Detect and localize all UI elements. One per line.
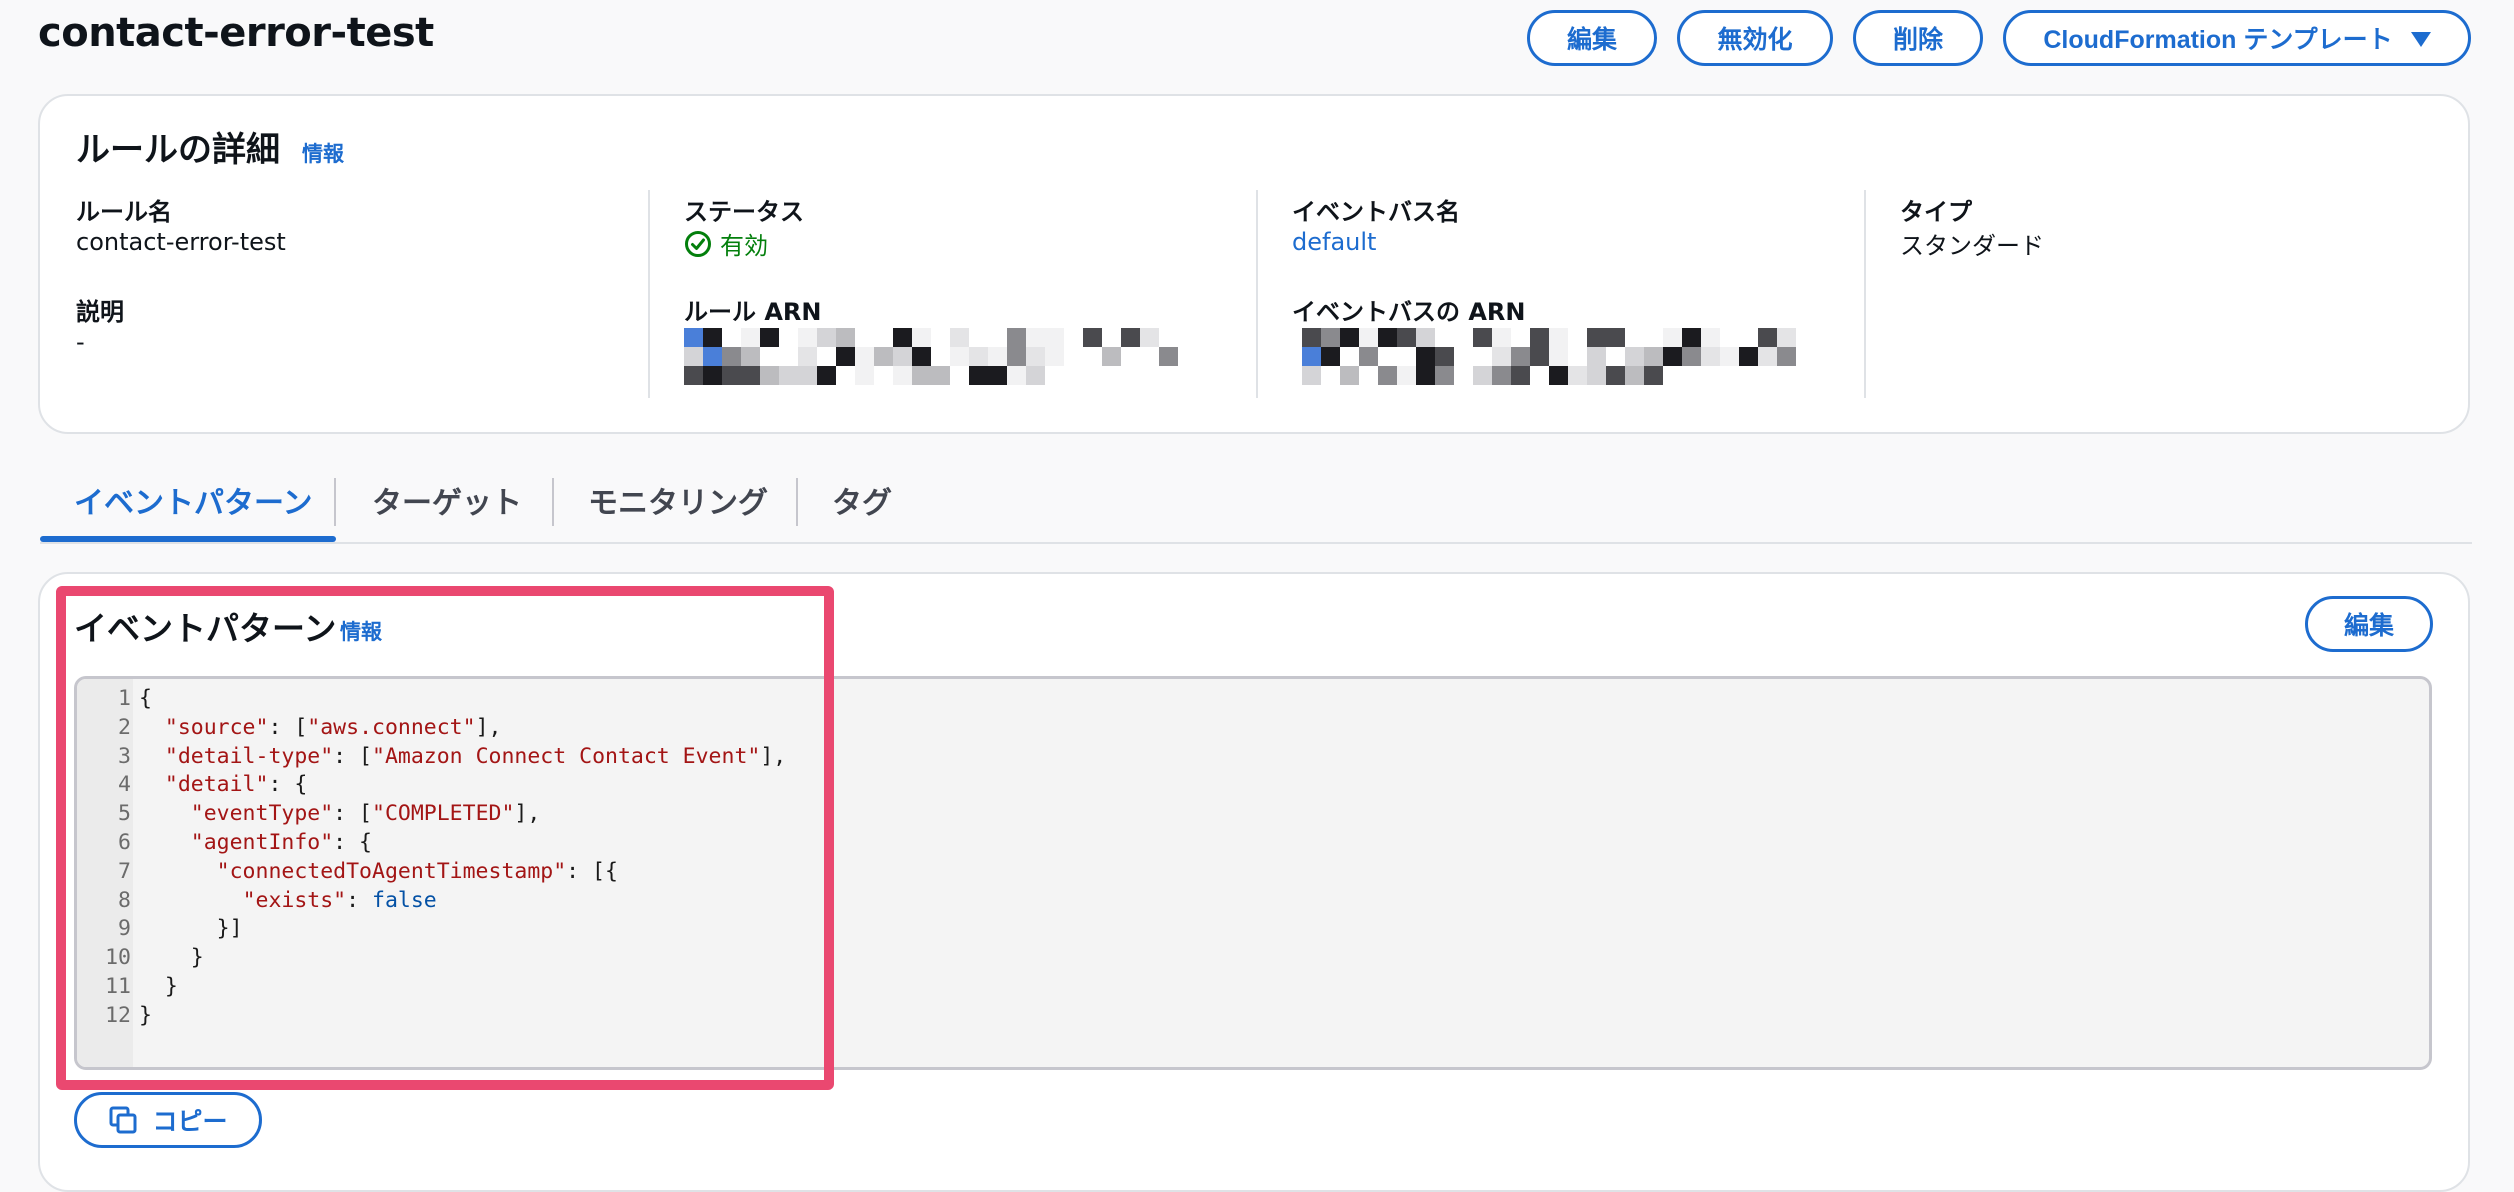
rule-arn-label: ルール ARN — [684, 298, 822, 326]
caret-down-icon — [2410, 31, 2431, 47]
page-title: contact-error-test — [38, 10, 434, 56]
copy-button[interactable]: コピー — [74, 1092, 262, 1148]
code-line: 4 "detail": { — [77, 771, 786, 800]
disable-rule-button[interactable]: 無効化 — [1677, 10, 1833, 66]
line-number: 8 — [118, 887, 131, 913]
event-pattern-title: イベントパターン — [74, 609, 337, 648]
code-line: 10 } — [77, 944, 786, 973]
rule-arn-value-redacted — [684, 328, 1178, 385]
tab-tags[interactable]: タグ — [832, 478, 892, 522]
edit-rule-button[interactable]: 編集 — [1527, 10, 1657, 66]
event-pattern-json: 1{2 "source": ["aws.connect"], 3 "detail-… — [77, 685, 786, 1031]
code-line: 3 "detail-type": ["Amazon Connect Contac… — [77, 743, 786, 772]
line-text: "connectedToAgentTimestamp": [{ — [216, 858, 618, 884]
edit-event-pattern-button[interactable]: 編集 — [2305, 596, 2433, 652]
line-text: } — [139, 973, 178, 999]
line-text: "detail": { — [164, 772, 308, 798]
event-bus-link[interactable]: default — [1292, 228, 1376, 256]
event-pattern-info-link[interactable]: 情報 — [340, 616, 382, 646]
line-number: 1 — [118, 686, 131, 711]
copy-icon — [109, 1106, 137, 1134]
line-text: } — [139, 1002, 152, 1028]
rule-name-value: contact-error-test — [76, 228, 286, 256]
code-line: 5 "eventType": ["COMPLETED"], — [77, 800, 786, 829]
check-circle-icon — [685, 230, 711, 257]
line-number: 3 — [118, 743, 131, 769]
line-number: 7 — [118, 858, 131, 884]
line-number: 4 — [118, 772, 131, 798]
code-line: 2 "source": ["aws.connect"], — [77, 714, 786, 743]
line-number: 10 — [105, 945, 131, 971]
line-number: 12 — [105, 1002, 131, 1028]
event-bus-arn-label: イベントバスの ARN — [1292, 298, 1526, 326]
type-label: タイプ — [1900, 198, 1972, 226]
line-text: "agentInfo": { — [190, 829, 373, 855]
rule-details-title: ルールの詳細 — [76, 130, 280, 170]
event-bus-name-label: イベントバス名 — [1292, 198, 1460, 226]
delete-rule-button[interactable]: 削除 — [1853, 10, 1983, 66]
tab-monitoring[interactable]: モニタリング — [588, 478, 768, 522]
tab-event-pattern[interactable]: イベントパターン — [74, 478, 313, 522]
active-tab-indicator — [40, 536, 336, 542]
code-line: 8 "exists": false — [77, 887, 786, 916]
line-number: 2 — [118, 714, 131, 740]
rule-details-info-link[interactable]: 情報 — [302, 138, 344, 168]
code-line: 6 "agentInfo": { — [77, 829, 786, 858]
status-label: ステータス — [684, 198, 804, 226]
cloudformation-label: CloudFormation テンプレート — [2043, 26, 2393, 54]
code-line: 1{ — [77, 685, 786, 714]
line-text: }] — [139, 916, 243, 942]
tab-targets[interactable]: ターゲット — [372, 478, 522, 522]
line-text: "eventType": ["COMPLETED"], — [190, 801, 541, 827]
copy-label: コピー — [152, 1108, 228, 1136]
code-line: 11 } — [77, 973, 786, 1002]
event-bus-arn-value-redacted — [1302, 328, 1796, 385]
status-value: 有効 — [720, 232, 768, 260]
code-line: 7 "connectedToAgentTimestamp": [{ — [77, 858, 786, 887]
line-text: "source": ["aws.connect"], — [164, 714, 502, 740]
description-value: - — [76, 328, 85, 356]
cloudformation-template-dropdown[interactable]: CloudFormation テンプレート — [2003, 10, 2471, 66]
description-label: 説明 — [76, 298, 124, 326]
line-number: 5 — [118, 801, 131, 827]
code-line: 9 }] — [77, 915, 786, 944]
status-indicator: 有効 — [684, 226, 768, 261]
event-pattern-code-editor[interactable]: 1{2 "source": ["aws.connect"], 3 "detail-… — [74, 676, 2432, 1070]
line-text: { — [139, 686, 152, 711]
line-text: "detail-type": ["Amazon Connect Contact … — [164, 743, 787, 769]
line-text: "exists": false — [242, 887, 437, 913]
rule-name-label: ルール名 — [76, 198, 172, 226]
line-number: 9 — [118, 916, 131, 942]
line-number: 11 — [105, 973, 131, 999]
rule-details-panel: ルールの詳細 情報 ルール名 contact-error-test 説明 - ス… — [38, 94, 2470, 434]
code-line: 12} — [77, 1002, 786, 1031]
line-number: 6 — [118, 829, 131, 855]
type-value: スタンダード — [1900, 232, 2044, 260]
line-text: } — [139, 945, 204, 971]
